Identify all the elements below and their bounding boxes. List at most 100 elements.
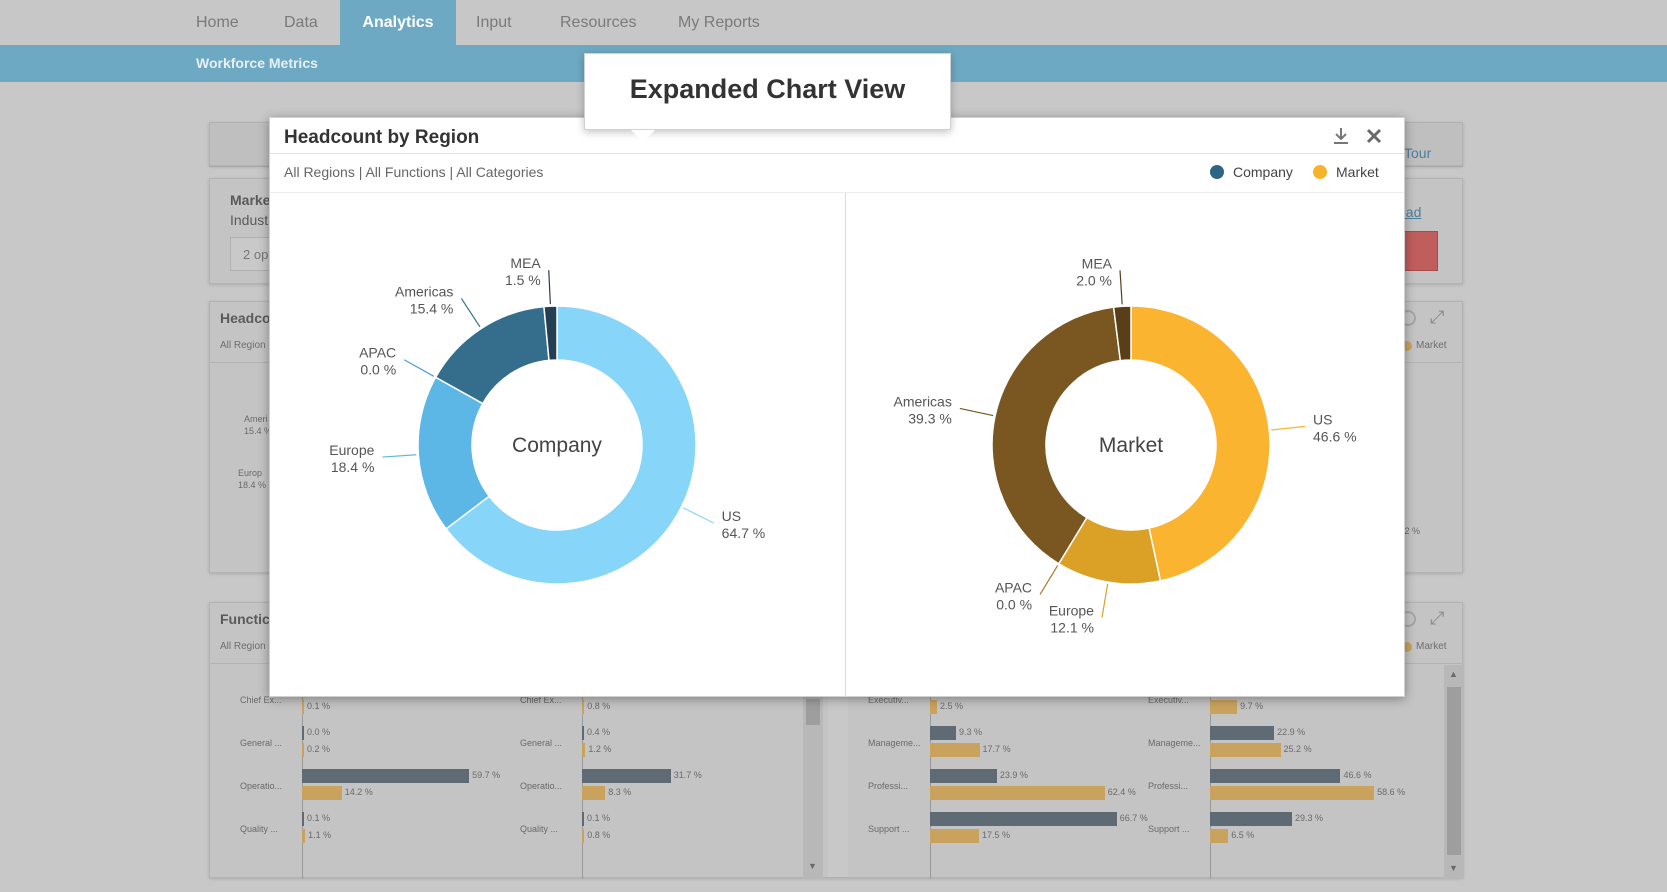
bar-category-label: Support ...: [1148, 824, 1190, 834]
headcount-value-americas: 15.4 %: [244, 426, 273, 436]
bar-market[interactable]: [582, 743, 586, 757]
bar-value-market: 0.2 %: [307, 744, 331, 754]
bar-category-label: Manageme...: [868, 738, 921, 748]
bar-market[interactable]: [582, 700, 585, 714]
company-value-apac: 0.0 %: [360, 362, 396, 378]
market-value-mea: 2.0 %: [1076, 272, 1112, 288]
callout-text: Expanded Chart View: [629, 74, 906, 104]
modal-filter-text: All Regions | All Functions | All Catego…: [284, 164, 544, 180]
bar-company[interactable]: [582, 812, 584, 826]
company-label-europe: Europe: [329, 442, 374, 458]
bar-category-label: Support ...: [868, 824, 910, 834]
bar-value-company: 23.9 %: [999, 770, 1028, 780]
market-center-title: Market: [1099, 434, 1163, 457]
bar-company[interactable]: [302, 726, 304, 740]
market-label-americas: Americas: [894, 393, 952, 409]
scrollbar-right[interactable]: ▲ ▼: [1444, 665, 1464, 879]
legend-market-label: Market: [1416, 340, 1447, 351]
modal-title: Headcount by Region: [284, 127, 480, 148]
bar-category-label: General ...: [240, 738, 283, 748]
bar-market[interactable]: [302, 829, 306, 843]
scroll-down-icon[interactable]: ▼: [808, 861, 817, 871]
bar-market[interactable]: [1210, 829, 1229, 843]
top-nav: Home Data Analytics Input Resources My R…: [0, 0, 1667, 45]
bar-value-company: 22.9 %: [1277, 727, 1306, 737]
bar-value-company: 0.4 %: [587, 727, 611, 737]
bar-market[interactable]: [1210, 786, 1375, 800]
bar-market[interactable]: [930, 786, 1105, 800]
company-leader-us: [682, 507, 714, 524]
market-donut-chart: US46.6 % Europe12.1 % APAC0.0 % Americas39.…: [894, 255, 1357, 635]
nav-input[interactable]: Input: [476, 0, 512, 45]
bar-value-market: 8.3 %: [608, 787, 632, 797]
bar-company[interactable]: [930, 769, 997, 783]
nav-home[interactable]: Home: [196, 0, 239, 45]
download-icon[interactable]: [1331, 126, 1351, 150]
bar-value-market: 62.4 %: [1107, 787, 1136, 797]
bar-market[interactable]: [302, 700, 304, 714]
nav-my-reports[interactable]: My Reports: [678, 0, 760, 45]
bar-company[interactable]: [930, 726, 957, 740]
market-leader-americas: [959, 407, 994, 417]
bar-company[interactable]: [1210, 726, 1275, 740]
market-label-europe: Europe: [1049, 603, 1094, 619]
bar-company[interactable]: [1210, 769, 1341, 783]
company-value-mea: 1.5 %: [505, 272, 541, 288]
bar-company[interactable]: [1210, 812, 1293, 826]
nav-resources[interactable]: Resources: [560, 0, 636, 45]
bar-company[interactable]: [582, 726, 584, 740]
bar-company[interactable]: [930, 812, 1117, 826]
market-card-select-text: 2 op: [243, 247, 269, 262]
bar-company[interactable]: [582, 769, 671, 783]
company-center-title: Company: [512, 434, 602, 457]
company-leader-americas: [460, 298, 481, 328]
bar-value-company: 0.1 %: [307, 813, 331, 823]
callout-tail: [631, 130, 655, 142]
headcount-card-title: Headco: [220, 310, 271, 326]
scroll-up-icon[interactable]: ▲: [1449, 669, 1458, 679]
market-card-title: Marke: [230, 192, 271, 208]
company-label-mea: MEA: [510, 255, 541, 271]
bar-market[interactable]: [930, 700, 937, 714]
bar-market[interactable]: [302, 743, 304, 757]
bar-value-company: 9.3 %: [959, 727, 983, 737]
scroll-down-icon[interactable]: ▼: [1449, 863, 1458, 873]
scrollbar-left[interactable]: ▼: [803, 697, 823, 879]
market-leader-mea: [1119, 270, 1123, 305]
legend-market-label[interactable]: Market: [1336, 164, 1379, 180]
bar-category-label: Professi...: [868, 781, 909, 791]
bar-market[interactable]: [302, 786, 342, 800]
bar-market[interactable]: [1210, 743, 1281, 757]
legend-company-label[interactable]: Company: [1233, 164, 1293, 180]
expanded-chart-modal: Headcount by Region All Regions | All Fu…: [269, 117, 1405, 697]
company-leader-mea: [548, 270, 551, 305]
bar-market[interactable]: [930, 743, 980, 757]
bar-market[interactable]: [582, 829, 585, 843]
bar-value-market: 1.1 %: [308, 830, 332, 840]
bar-category-label: Manageme...: [1148, 738, 1201, 748]
close-icon[interactable]: [1364, 126, 1384, 150]
bar-value-market: 17.7 %: [982, 744, 1011, 754]
company-leader-europe: [382, 454, 417, 458]
bar-value-market: 0.8 %: [587, 701, 611, 711]
scrollbar-left-thumb[interactable]: [806, 699, 820, 725]
market-leader-apac: [1039, 565, 1059, 595]
nav-data[interactable]: Data: [284, 0, 318, 45]
bar-market[interactable]: [1210, 700, 1238, 714]
bar-market[interactable]: [930, 829, 979, 843]
headcount-value-europe: 18.4 %: [238, 480, 267, 490]
headcount-label-europe: Europ: [238, 468, 263, 478]
headcount-label-americas: Ameri: [244, 414, 268, 424]
tour-link[interactable]: Tour: [1404, 145, 1431, 161]
scrollbar-right-thumb[interactable]: [1447, 687, 1461, 855]
bar-company[interactable]: [302, 812, 304, 826]
sub-nav-title[interactable]: Workforce Metrics: [196, 45, 318, 82]
bar-value-market: 25.2 %: [1283, 744, 1312, 754]
bar-value-company: 29.3 %: [1295, 813, 1324, 823]
nav-analytics[interactable]: Analytics: [340, 0, 456, 45]
bar-company[interactable]: [302, 769, 470, 783]
bar-value-market: 6.5 %: [1231, 830, 1255, 840]
bar-market[interactable]: [582, 786, 606, 800]
market-label-mea: MEA: [1082, 255, 1113, 271]
expand-icon[interactable]: ⤢: [1430, 307, 1444, 328]
